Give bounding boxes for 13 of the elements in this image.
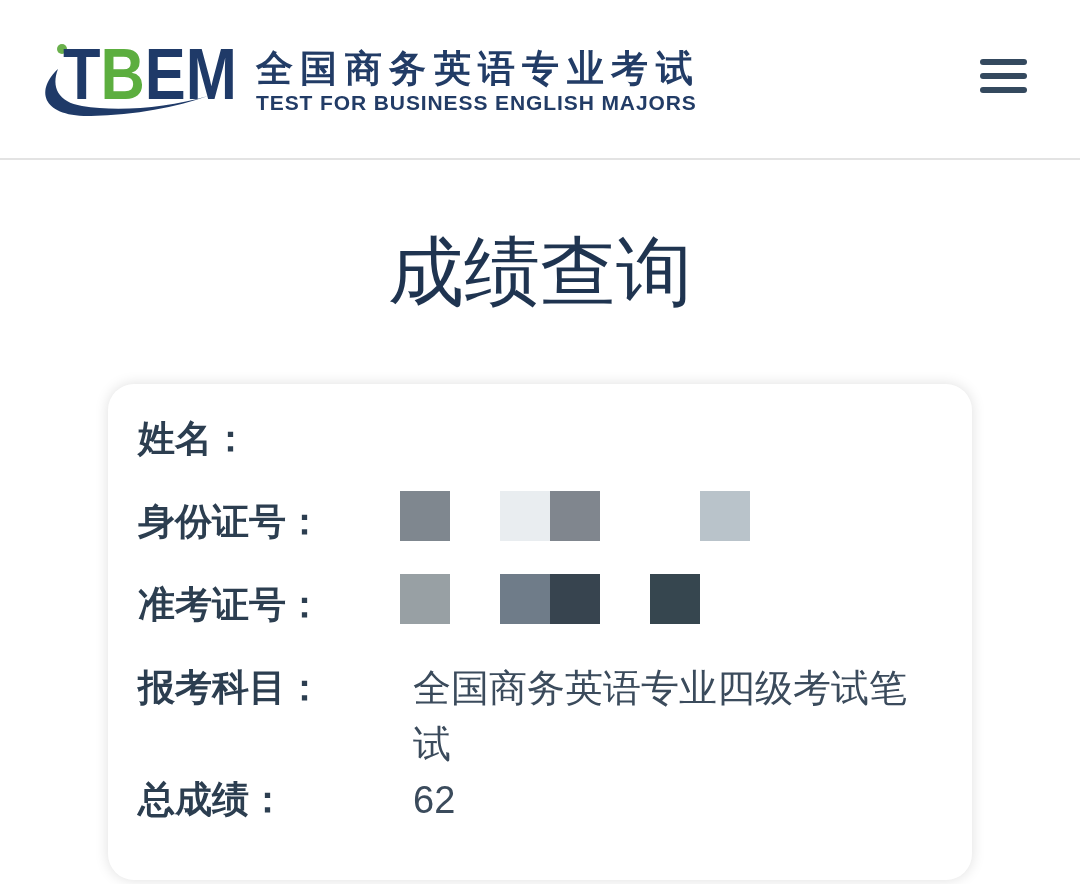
page-title: 成绩查询 (387, 228, 693, 316)
menu-icon (980, 59, 1027, 93)
field-label: 身份证号： (138, 500, 323, 545)
field-label: 准考证号： (138, 583, 323, 628)
field-label: 姓名： (138, 417, 249, 462)
field-label: 总成绩： (138, 778, 286, 823)
field-value: 62 (412, 778, 456, 824)
logo: TBEM (36, 39, 240, 119)
site-title: 全国商务英语专业考试 (256, 48, 700, 90)
menu-button[interactable] (980, 59, 1027, 93)
field-value: 全国商务英语专业四级考试笔试 (412, 666, 908, 768)
site-subtitle: TEST FOR BUSINESS ENGLISH MAJORS (256, 89, 698, 115)
field-label: 报考科目： (138, 666, 323, 711)
